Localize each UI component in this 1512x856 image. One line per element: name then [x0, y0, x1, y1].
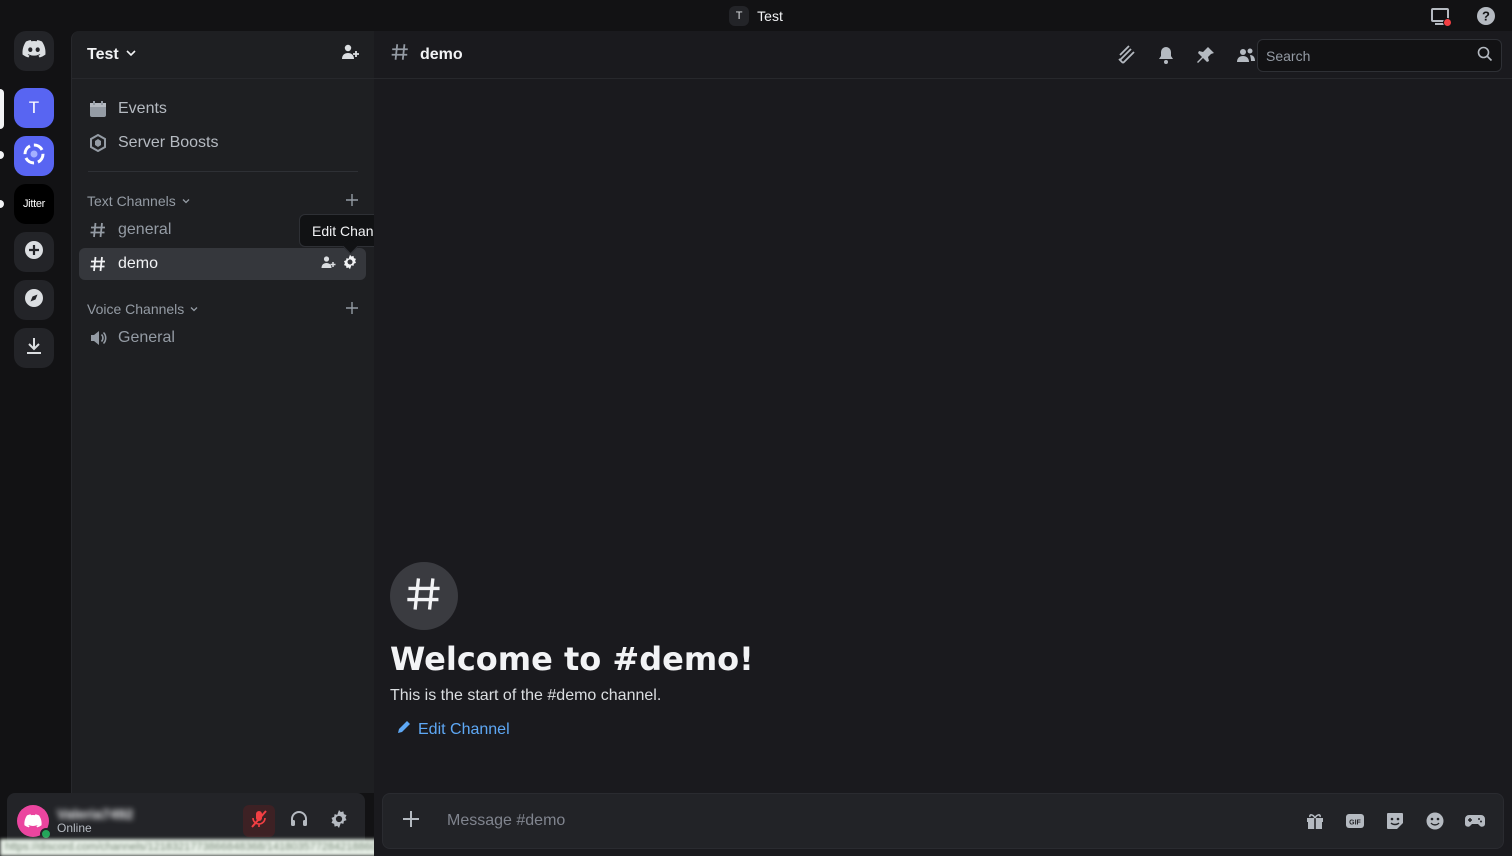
user-settings-button[interactable] [323, 805, 355, 837]
server-purple[interactable] [14, 136, 54, 176]
members-icon[interactable] [1234, 43, 1258, 67]
deafen-button[interactable] [283, 805, 315, 837]
chevron-down-icon [189, 301, 199, 317]
create-invite-icon[interactable] [320, 254, 336, 275]
svg-text:GIF: GIF [1349, 820, 1361, 827]
swirl-logo-icon [21, 141, 47, 172]
channel-welcome: Welcome to #demo! This is the start of t… [390, 562, 754, 740]
search-placeholder: Search [1266, 47, 1311, 64]
welcome-title: Welcome to #demo! [390, 640, 754, 678]
events-item[interactable]: Events [80, 93, 366, 125]
server-jitter[interactable]: Jitter [14, 184, 54, 224]
server-boosts-item[interactable]: Server Boosts [80, 127, 366, 159]
gift-icon[interactable] [1303, 809, 1327, 833]
category-label: Text Channels [87, 193, 176, 209]
message-composer[interactable]: Message #demo GIF [382, 793, 1504, 849]
notification-dot [1443, 18, 1452, 27]
channel-label: General [118, 329, 175, 346]
unread-pill [0, 151, 4, 159]
server-badge: T [729, 5, 750, 26]
threads-icon[interactable] [1114, 43, 1138, 67]
server-header[interactable]: Test [72, 31, 374, 79]
voice-channels-category[interactable]: Voice Channels [87, 299, 359, 319]
chevron-down-icon [181, 193, 191, 209]
events-label: Events [118, 100, 167, 117]
edit-channel-label: Edit Channel [418, 720, 510, 738]
attach-button[interactable] [383, 809, 439, 834]
headphones-icon [289, 809, 309, 834]
gif-icon[interactable]: GIF [1343, 809, 1367, 833]
help-icon[interactable]: ? [1474, 4, 1498, 28]
pin-icon[interactable] [1194, 43, 1218, 67]
bell-icon[interactable] [1154, 43, 1178, 67]
hash-icon [88, 254, 108, 274]
chevron-down-icon [125, 46, 137, 64]
plus-icon [24, 240, 44, 265]
voice-channel-general[interactable]: General [79, 322, 366, 354]
server-name: Test [87, 45, 119, 63]
plus-icon [401, 809, 421, 834]
avatar[interactable] [17, 805, 52, 840]
channel-sidebar: Test Events Server Boosts Text Channels … [71, 31, 374, 793]
hash-icon [88, 220, 108, 240]
window-titlebar: T Test ? [0, 0, 1512, 31]
boost-icon [88, 133, 108, 153]
channel-demo[interactable]: demo [79, 248, 366, 280]
edit-channel-link[interactable]: Edit Channel [390, 719, 754, 740]
invite-people-icon[interactable] [340, 42, 360, 67]
channel-label: general [118, 221, 172, 238]
calendar-icon [88, 99, 108, 119]
text-channels-category[interactable]: Text Channels [87, 191, 359, 211]
inbox-icon[interactable] [1428, 4, 1452, 28]
channel-label: demo [118, 255, 159, 272]
chat-area: demo Search Welcome to #demo! This is th… [374, 31, 1512, 856]
sidebar-divider [88, 171, 358, 172]
pencil-icon [396, 719, 412, 740]
mute-button[interactable] [243, 805, 275, 837]
gear-icon[interactable] [342, 254, 358, 275]
speaker-icon [88, 328, 108, 348]
server-boosts-label: Server Boosts [118, 134, 219, 151]
window-title: Test [757, 7, 783, 24]
server-rail: T Jitter [0, 31, 70, 856]
username[interactable]: Valeria7492 [57, 806, 133, 822]
unread-pill [0, 200, 4, 208]
add-server-button[interactable] [14, 232, 54, 272]
download-icon [24, 336, 44, 361]
download-apps-button[interactable] [14, 328, 54, 368]
create-channel-icon[interactable] [345, 301, 359, 318]
message-input[interactable]: Message #demo [447, 812, 565, 830]
mic-muted-icon [249, 809, 269, 834]
sticker-icon[interactable] [1383, 809, 1407, 833]
channel-title: demo [420, 45, 463, 63]
active-server-pill [0, 89, 4, 129]
discord-logo-icon [22, 39, 46, 63]
activities-icon[interactable] [1463, 809, 1487, 833]
emoji-icon[interactable] [1423, 809, 1447, 833]
gear-icon [329, 809, 349, 834]
search-input[interactable]: Search [1257, 39, 1502, 72]
server-test[interactable]: T [14, 88, 54, 128]
category-label: Voice Channels [87, 301, 185, 317]
discover-button[interactable] [14, 280, 54, 320]
search-icon [1477, 46, 1493, 65]
user-status: Online [57, 821, 92, 836]
hash-icon [390, 42, 410, 67]
welcome-subtitle: This is the start of the #demo channel. [390, 687, 662, 704]
home-button[interactable] [14, 31, 54, 71]
hash-icon [404, 574, 444, 619]
channel-hash-badge [390, 562, 458, 630]
compass-icon [24, 288, 44, 313]
create-channel-icon[interactable] [345, 193, 359, 210]
svg-text:?: ? [1482, 9, 1490, 24]
